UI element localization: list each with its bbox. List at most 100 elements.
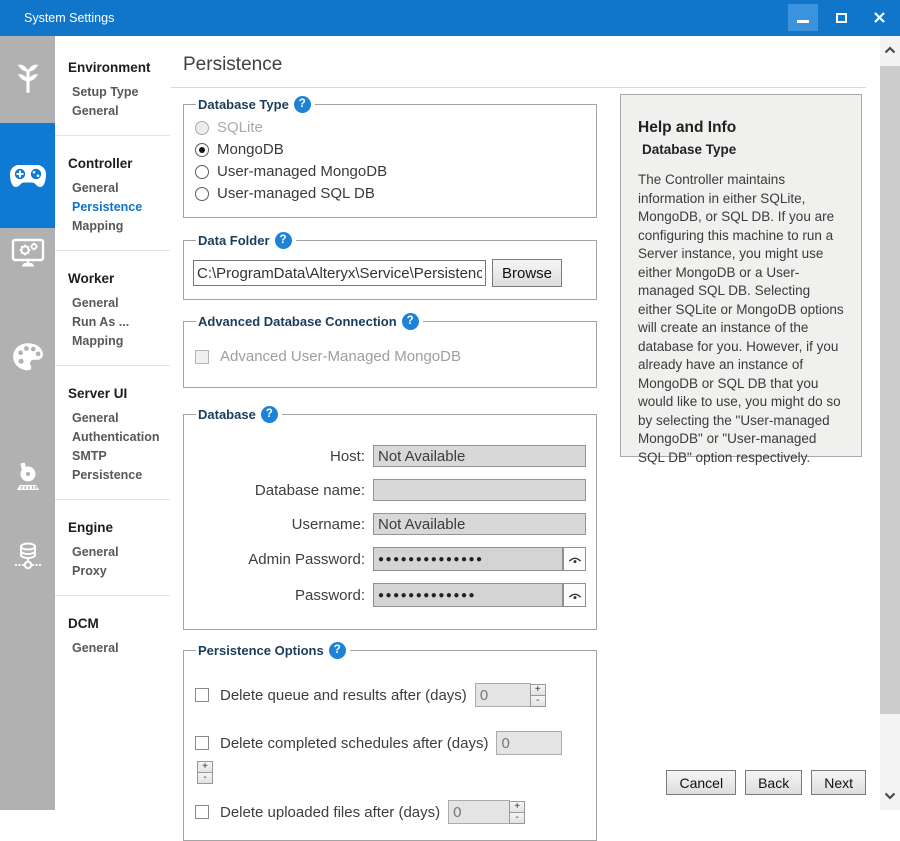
sidebar-item-engine-proxy[interactable]: Proxy bbox=[72, 564, 170, 578]
sidebar-item-server-ui-general[interactable]: General bbox=[72, 411, 170, 425]
spin-down-button[interactable] bbox=[530, 695, 546, 707]
sidebar-item-dcm-general[interactable]: General bbox=[72, 641, 170, 655]
delete-queue-days-input[interactable] bbox=[475, 683, 531, 707]
page-title: Persistence bbox=[183, 54, 880, 76]
minimize-button[interactable] bbox=[788, 4, 818, 31]
radio-user-managed-sql-db[interactable]: User-managed SQL DB bbox=[195, 185, 587, 202]
rail-item-environment[interactable] bbox=[0, 56, 55, 102]
nav-group-title: DCM bbox=[68, 616, 170, 631]
delete-queue-checkbox[interactable] bbox=[195, 688, 209, 702]
title-divider bbox=[171, 87, 866, 88]
radio-sqlite: SQLite bbox=[195, 119, 587, 136]
database-group: Database Host: Database name: Username: … bbox=[183, 406, 597, 630]
radio-mongodb[interactable]: MongoDB bbox=[195, 141, 587, 158]
help-icon-database[interactable] bbox=[261, 406, 278, 423]
nav-group-title: Engine bbox=[68, 520, 170, 535]
delete-uploads-days-input[interactable] bbox=[448, 800, 510, 824]
next-button[interactable]: Next bbox=[811, 770, 866, 795]
database-type-group: Database Type SQLite MongoDB User-manage… bbox=[183, 96, 597, 218]
browse-button[interactable]: Browse bbox=[492, 259, 562, 287]
sidebar-item-server-ui-authentication[interactable]: Authentication bbox=[72, 430, 170, 444]
delete-queue-days-spinner bbox=[530, 684, 546, 707]
maximize-icon bbox=[836, 13, 847, 23]
window-title: System Settings bbox=[24, 11, 114, 25]
delete-schedules-label: Delete completed schedules after (days) bbox=[220, 735, 488, 752]
persistence-options-legend: Persistence Options bbox=[198, 643, 324, 658]
spin-down-button[interactable] bbox=[197, 772, 213, 784]
wizard-footer: Cancel Back Next bbox=[666, 770, 866, 795]
delete-uploads-days-spinner bbox=[509, 801, 525, 824]
delete-schedules-checkbox[interactable] bbox=[195, 736, 209, 750]
window-titlebar: System Settings bbox=[0, 0, 900, 36]
username-label: Username: bbox=[193, 516, 365, 533]
spin-down-button[interactable] bbox=[509, 812, 525, 824]
admin-password-field[interactable] bbox=[373, 547, 563, 571]
radio-button-icon bbox=[195, 121, 209, 135]
admin-password-label: Admin Password: bbox=[193, 551, 365, 568]
nav-group-dcm: DCM General bbox=[55, 606, 170, 672]
nav-group-title: Controller bbox=[68, 156, 170, 171]
close-button[interactable] bbox=[864, 4, 894, 31]
password-reveal-button[interactable] bbox=[563, 583, 586, 607]
sidebar-item-worker-mapping[interactable]: Mapping bbox=[72, 334, 170, 348]
scrollbar-thumb[interactable] bbox=[880, 66, 900, 714]
cancel-button[interactable]: Cancel bbox=[666, 770, 736, 795]
sidebar-item-environment-general[interactable]: General bbox=[72, 104, 170, 118]
radio-button-icon bbox=[195, 165, 209, 179]
scroll-down-button[interactable] bbox=[880, 786, 900, 806]
reveal-password-icon bbox=[567, 554, 583, 565]
sidebar-item-server-ui-smtp[interactable]: SMTP bbox=[72, 449, 170, 463]
sidebar-item-controller-general[interactable]: General bbox=[72, 181, 170, 195]
maximize-button[interactable] bbox=[826, 4, 856, 31]
close-icon bbox=[873, 11, 886, 24]
nav-group-title: Worker bbox=[68, 271, 170, 286]
help-panel-subtitle: Database Type bbox=[642, 142, 846, 157]
sidebar-item-engine-general[interactable]: General bbox=[72, 545, 170, 559]
help-panel-body: The Controller maintains information in … bbox=[638, 171, 846, 467]
settings-nav: Environment Setup Type General Controlle… bbox=[55, 36, 170, 810]
vertical-scrollbar[interactable] bbox=[880, 36, 900, 810]
rail-item-dcm[interactable] bbox=[0, 536, 55, 578]
sidebar-rail bbox=[0, 36, 55, 810]
help-icon-advanced-connection[interactable] bbox=[402, 313, 419, 330]
back-button[interactable]: Back bbox=[745, 770, 802, 795]
sidebar-item-environment-setup-type[interactable]: Setup Type bbox=[72, 85, 170, 99]
sidebar-item-server-ui-persistence[interactable]: Persistence bbox=[72, 468, 170, 482]
admin-password-reveal-button[interactable] bbox=[563, 547, 586, 571]
sidebar-item-worker-run-as[interactable]: Run As ... bbox=[72, 315, 170, 329]
nav-group-engine: Engine General Proxy bbox=[55, 510, 170, 596]
help-icon-data-folder[interactable] bbox=[275, 232, 292, 249]
gamepad-icon bbox=[9, 163, 47, 189]
password-field[interactable] bbox=[373, 583, 563, 607]
host-field bbox=[373, 445, 586, 467]
help-icon-persistence-options[interactable] bbox=[329, 642, 346, 659]
nav-group-environment: Environment Setup Type General bbox=[55, 50, 170, 136]
rail-item-server-ui[interactable] bbox=[0, 336, 55, 378]
radio-user-managed-sql-db-label: User-managed SQL DB bbox=[217, 185, 375, 202]
sidebar-item-controller-mapping[interactable]: Mapping bbox=[72, 219, 170, 233]
checkbox-icon bbox=[195, 350, 209, 364]
database-network-icon bbox=[11, 540, 45, 574]
username-field bbox=[373, 513, 586, 535]
rail-item-worker[interactable] bbox=[0, 232, 55, 274]
data-folder-input[interactable] bbox=[193, 260, 486, 286]
help-icon-database-type[interactable] bbox=[294, 96, 311, 113]
delete-schedules-days-input[interactable] bbox=[496, 731, 562, 755]
data-folder-group: Data Folder Browse bbox=[183, 232, 597, 300]
scroll-up-button[interactable] bbox=[880, 40, 900, 60]
delete-uploads-checkbox[interactable] bbox=[195, 805, 209, 819]
radio-user-managed-mongodb[interactable]: User-managed MongoDB bbox=[195, 163, 587, 180]
radio-sqlite-label: SQLite bbox=[217, 119, 263, 136]
database-legend: Database bbox=[198, 407, 256, 422]
radio-mongodb-label: MongoDB bbox=[217, 141, 284, 158]
chevron-up-icon bbox=[884, 46, 896, 54]
advanced-connection-legend: Advanced Database Connection bbox=[198, 314, 397, 329]
rail-item-engine[interactable] bbox=[0, 456, 55, 498]
sidebar-item-controller-persistence[interactable]: Persistence bbox=[72, 200, 170, 214]
help-panel: Help and Info Database Type The Controll… bbox=[620, 94, 862, 457]
delete-schedules-days-spinner bbox=[197, 761, 213, 784]
advanced-mongodb-checkbox-label: Advanced User-Managed MongoDB bbox=[220, 348, 461, 365]
sidebar-item-worker-general[interactable]: General bbox=[72, 296, 170, 310]
rail-item-controller[interactable] bbox=[0, 123, 55, 228]
train-engine-icon bbox=[12, 461, 44, 493]
